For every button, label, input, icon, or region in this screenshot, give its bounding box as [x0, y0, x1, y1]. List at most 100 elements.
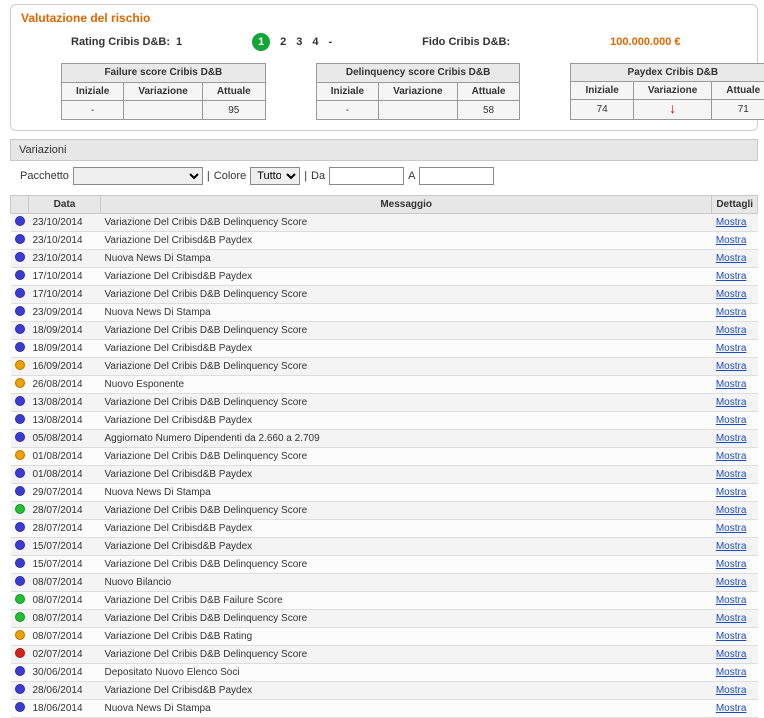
row-dot [11, 448, 29, 466]
details-link[interactable]: Mostra [716, 505, 747, 516]
table-row: 08/07/2014Variazione Del Cribis D&B Deli… [11, 610, 758, 628]
row-dot [11, 628, 29, 646]
th-data[interactable]: Data [29, 196, 101, 214]
status-dot-icon [15, 684, 25, 694]
pacchetto-select[interactable] [73, 167, 203, 185]
data-table: Data Messaggio Dettagli 23/10/2014Variaz… [10, 195, 758, 718]
row-date: 30/06/2014 [29, 664, 101, 682]
table-row: 02/07/2014Variazione Del Cribis D&B Deli… [11, 646, 758, 664]
table-row: 17/10/2014Variazione Del Cribis D&B Deli… [11, 286, 758, 304]
details-link[interactable]: Mostra [716, 523, 747, 534]
score-table: Delinquency score Cribis D&BInizialeVari… [316, 63, 521, 120]
row-dot [11, 574, 29, 592]
colore-select[interactable]: Tutto [250, 167, 300, 185]
row-message: Aggiornato Numero Dipendenti da 2.660 a … [101, 430, 712, 448]
details-link[interactable]: Mostra [716, 343, 747, 354]
page-4[interactable]: 4 [312, 36, 318, 48]
a-label: A [408, 170, 415, 182]
rating-value: 1 [176, 36, 182, 48]
row-dot [11, 502, 29, 520]
table-row: 18/09/2014Variazione Del Cribis D&B Deli… [11, 322, 758, 340]
fido-label: Fido Cribis D&B: [422, 36, 510, 48]
status-dot-icon [15, 216, 25, 226]
table-row: 17/10/2014Variazione Del Cribisd&B Payde… [11, 268, 758, 286]
score-title: Delinquency score Cribis D&B [316, 64, 520, 83]
details-link[interactable]: Mostra [716, 631, 747, 642]
status-dot-icon [15, 504, 25, 514]
row-date: 13/08/2014 [29, 412, 101, 430]
details-link[interactable]: Mostra [716, 235, 747, 246]
details-link[interactable]: Mostra [716, 487, 747, 498]
row-date: 28/07/2014 [29, 502, 101, 520]
row-dot [11, 286, 29, 304]
details-link[interactable]: Mostra [716, 451, 747, 462]
details-link[interactable]: Mostra [716, 559, 747, 570]
a-input[interactable] [419, 167, 494, 185]
row-date: 08/07/2014 [29, 592, 101, 610]
details-link[interactable]: Mostra [716, 325, 747, 336]
details-link[interactable]: Mostra [716, 577, 747, 588]
table-row: 28/06/2014Variazione Del Cribisd&B Payde… [11, 682, 758, 700]
score-val: 71 [712, 100, 764, 120]
th-msg[interactable]: Messaggio [101, 196, 712, 214]
table-row: 13/08/2014Variazione Del Cribis D&B Deli… [11, 394, 758, 412]
status-dot-icon [15, 288, 25, 298]
details-link[interactable]: Mostra [716, 289, 747, 300]
score-table: Paydex Cribis D&BInizialeVariazioneAttua… [570, 63, 764, 120]
row-message: Variazione Del Cribisd&B Paydex [101, 682, 712, 700]
row-date: 13/08/2014 [29, 394, 101, 412]
row-message: Variazione Del Cribisd&B Paydex [101, 412, 712, 430]
score-val [379, 101, 457, 120]
details-link[interactable]: Mostra [716, 379, 747, 390]
row-message: Nuovo Bilancio [101, 574, 712, 592]
page-numbers: 1 2 3 4 - [252, 33, 332, 51]
details-link[interactable]: Mostra [716, 253, 747, 264]
row-message: Variazione Del Cribis D&B Delinquency Sc… [101, 646, 712, 664]
details-link[interactable]: Mostra [716, 307, 747, 318]
page-1[interactable]: 1 [252, 33, 270, 51]
status-dot-icon [15, 630, 25, 640]
status-dot-icon [15, 450, 25, 460]
da-input[interactable] [329, 167, 404, 185]
details-link[interactable]: Mostra [716, 361, 747, 372]
details-link[interactable]: Mostra [716, 541, 747, 552]
th-det[interactable]: Dettagli [712, 196, 758, 214]
row-message: Variazione Del Cribis D&B Delinquency Sc… [101, 448, 712, 466]
row-message: Nuovo Esponente [101, 376, 712, 394]
row-date: 17/10/2014 [29, 286, 101, 304]
details-link[interactable]: Mostra [716, 217, 747, 228]
details-link[interactable]: Mostra [716, 685, 747, 696]
table-row: 18/09/2014Variazione Del Cribisd&B Payde… [11, 340, 758, 358]
details-link[interactable]: Mostra [716, 649, 747, 660]
score-title: Failure score Cribis D&B [62, 64, 266, 83]
page-3[interactable]: 3 [296, 36, 302, 48]
details-link[interactable]: Mostra [716, 433, 747, 444]
row-message: Variazione Del Cribisd&B Paydex [101, 538, 712, 556]
score-table: Failure score Cribis D&BInizialeVariazio… [61, 63, 266, 120]
status-dot-icon [15, 648, 25, 658]
details-link[interactable]: Mostra [716, 271, 747, 282]
status-dot-icon [15, 306, 25, 316]
details-link[interactable]: Mostra [716, 469, 747, 480]
details-link[interactable]: Mostra [716, 415, 747, 426]
row-dot [11, 538, 29, 556]
table-row: 15/07/2014Variazione Del Cribisd&B Payde… [11, 538, 758, 556]
row-dot [11, 610, 29, 628]
score-tables: Failure score Cribis D&BInizialeVariazio… [61, 63, 747, 120]
score-val [124, 101, 202, 120]
details-link[interactable]: Mostra [716, 613, 747, 624]
row-date: 02/07/2014 [29, 646, 101, 664]
details-link[interactable]: Mostra [716, 667, 747, 678]
row-dot [11, 646, 29, 664]
row-date: 05/08/2014 [29, 430, 101, 448]
details-link[interactable]: Mostra [716, 397, 747, 408]
page-2[interactable]: 2 [280, 36, 286, 48]
row-date: 08/07/2014 [29, 574, 101, 592]
row-dot [11, 664, 29, 682]
row-dot [11, 304, 29, 322]
details-link[interactable]: Mostra [716, 703, 747, 714]
row-date: 18/09/2014 [29, 340, 101, 358]
table-row: 01/08/2014Variazione Del Cribisd&B Payde… [11, 466, 758, 484]
row-dot [11, 268, 29, 286]
details-link[interactable]: Mostra [716, 595, 747, 606]
